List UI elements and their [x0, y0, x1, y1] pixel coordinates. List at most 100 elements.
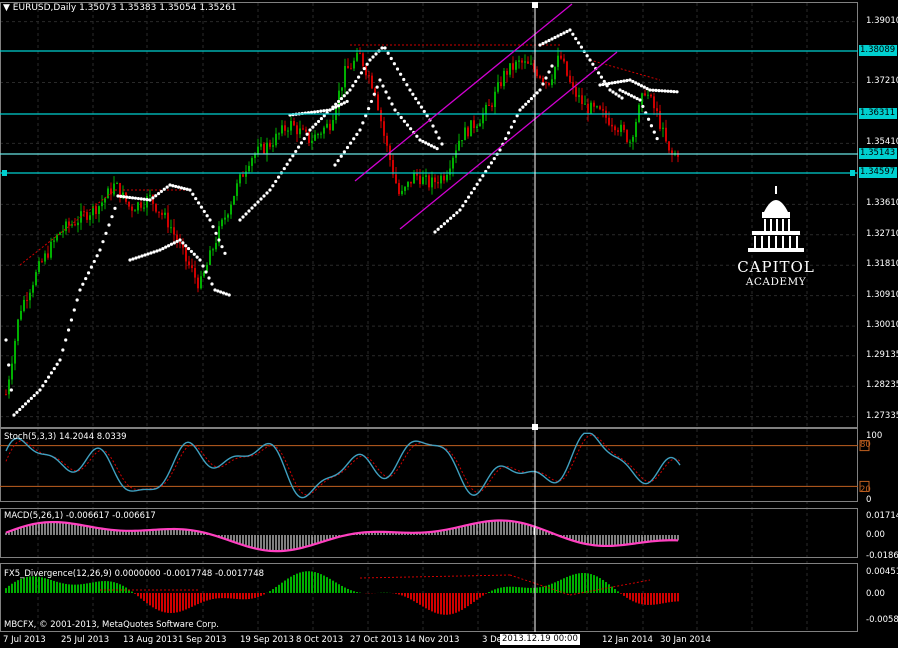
sar-dot — [35, 391, 39, 395]
sar-dot — [247, 209, 251, 213]
sar-dot — [214, 231, 218, 235]
candle-body — [35, 272, 37, 286]
sar-dot — [136, 196, 140, 201]
candle-body — [380, 110, 382, 122]
sar-dot — [336, 104, 341, 108]
candle-body — [239, 174, 241, 184]
candle-body — [368, 75, 370, 77]
candle-body — [632, 136, 634, 142]
sar-dot — [384, 90, 388, 94]
candle-body — [302, 128, 304, 130]
sar-dot — [538, 43, 542, 47]
candle-body — [599, 106, 601, 110]
candle-body — [476, 126, 478, 129]
candle-body — [461, 140, 463, 142]
sar-dot — [23, 402, 28, 406]
sar-dot — [544, 40, 548, 44]
candle-body — [293, 120, 295, 126]
divergence-line — [359, 574, 511, 579]
candle-body — [551, 79, 553, 85]
sar-dot — [348, 88, 352, 92]
candle-body — [458, 140, 460, 151]
candle-body — [566, 61, 568, 76]
sar-dot — [371, 55, 375, 59]
horizontal-levels[interactable] — [0, 50, 858, 176]
candle-body — [602, 109, 604, 111]
sar-dot — [84, 276, 88, 281]
sar-dot — [164, 245, 168, 249]
candle-body — [323, 127, 325, 134]
sar-dot — [339, 96, 344, 101]
sar-dot — [198, 258, 202, 262]
sar-dot — [362, 66, 366, 71]
chart-title: ▼ EURUSD,Daily 1.35073 1.35383 1.35054 1… — [3, 3, 237, 13]
sar-dot — [265, 191, 269, 195]
candle-body — [134, 210, 136, 212]
sar-dot — [58, 358, 62, 362]
stochastic-panel — [0, 432, 870, 499]
sar-dot — [416, 101, 421, 105]
sar-dot — [506, 131, 511, 135]
sar-dot — [208, 218, 212, 222]
sar-dot — [72, 308, 76, 312]
stoch-main-line — [5, 432, 681, 499]
sar-dot — [244, 212, 248, 216]
sar-dot — [128, 195, 132, 200]
sar-dot — [351, 84, 355, 88]
candle-body — [635, 121, 637, 137]
sar-dot — [381, 84, 385, 88]
candle-body — [320, 133, 322, 135]
candle-body — [482, 113, 484, 124]
candle-body — [236, 183, 238, 196]
sar-dot — [311, 125, 315, 129]
sar-dot — [339, 102, 344, 106]
candle-body — [413, 172, 415, 184]
sar-dot — [319, 109, 323, 113]
sar-dot — [32, 393, 36, 398]
sar-dot — [9, 388, 13, 392]
time-label: 7 Jul 2013 — [3, 635, 46, 645]
sar-dot — [553, 35, 557, 40]
sar-dot — [223, 251, 227, 255]
candle-body — [434, 177, 436, 183]
sar-dot — [342, 94, 346, 98]
chart-window[interactable] — [0, 0, 898, 648]
sar-dot — [452, 213, 456, 218]
sar-dot — [216, 289, 220, 293]
dropdown-triangle-icon[interactable]: ▼ — [3, 3, 10, 13]
sar-dot — [296, 145, 301, 149]
sar-dot — [98, 248, 102, 252]
sar-dot — [414, 96, 418, 101]
candle-body — [629, 141, 631, 143]
candle-body — [377, 94, 379, 111]
sar-dot — [489, 161, 494, 165]
sar-dot — [616, 80, 620, 84]
sar-dot — [440, 142, 444, 146]
candle-body — [128, 201, 130, 207]
crosshair-handle — [532, 2, 538, 8]
candle-body — [575, 86, 577, 97]
candle-body — [581, 95, 583, 105]
candle-body — [275, 133, 277, 146]
sar-dot — [191, 192, 195, 196]
sar-dot — [146, 252, 150, 256]
sar-dot — [654, 88, 658, 92]
sar-dot — [175, 239, 179, 244]
level-price-box: 1.36311 — [859, 108, 897, 119]
candle-body — [662, 127, 664, 129]
sar-dot — [550, 64, 554, 68]
candle-body — [653, 96, 655, 109]
sar-dot — [596, 71, 601, 75]
sar-dot — [547, 70, 551, 74]
channel-line[interactable] — [399, 51, 618, 230]
candle-body — [590, 102, 592, 114]
sar-dot — [148, 198, 152, 202]
sar-dot — [345, 145, 350, 150]
sar-dot — [374, 52, 378, 56]
sar-dot — [628, 78, 632, 82]
candle-body — [14, 340, 16, 364]
candle-body — [530, 63, 532, 65]
sar-dot — [49, 371, 54, 375]
sar-dot — [101, 240, 105, 244]
candle-body — [179, 241, 181, 244]
